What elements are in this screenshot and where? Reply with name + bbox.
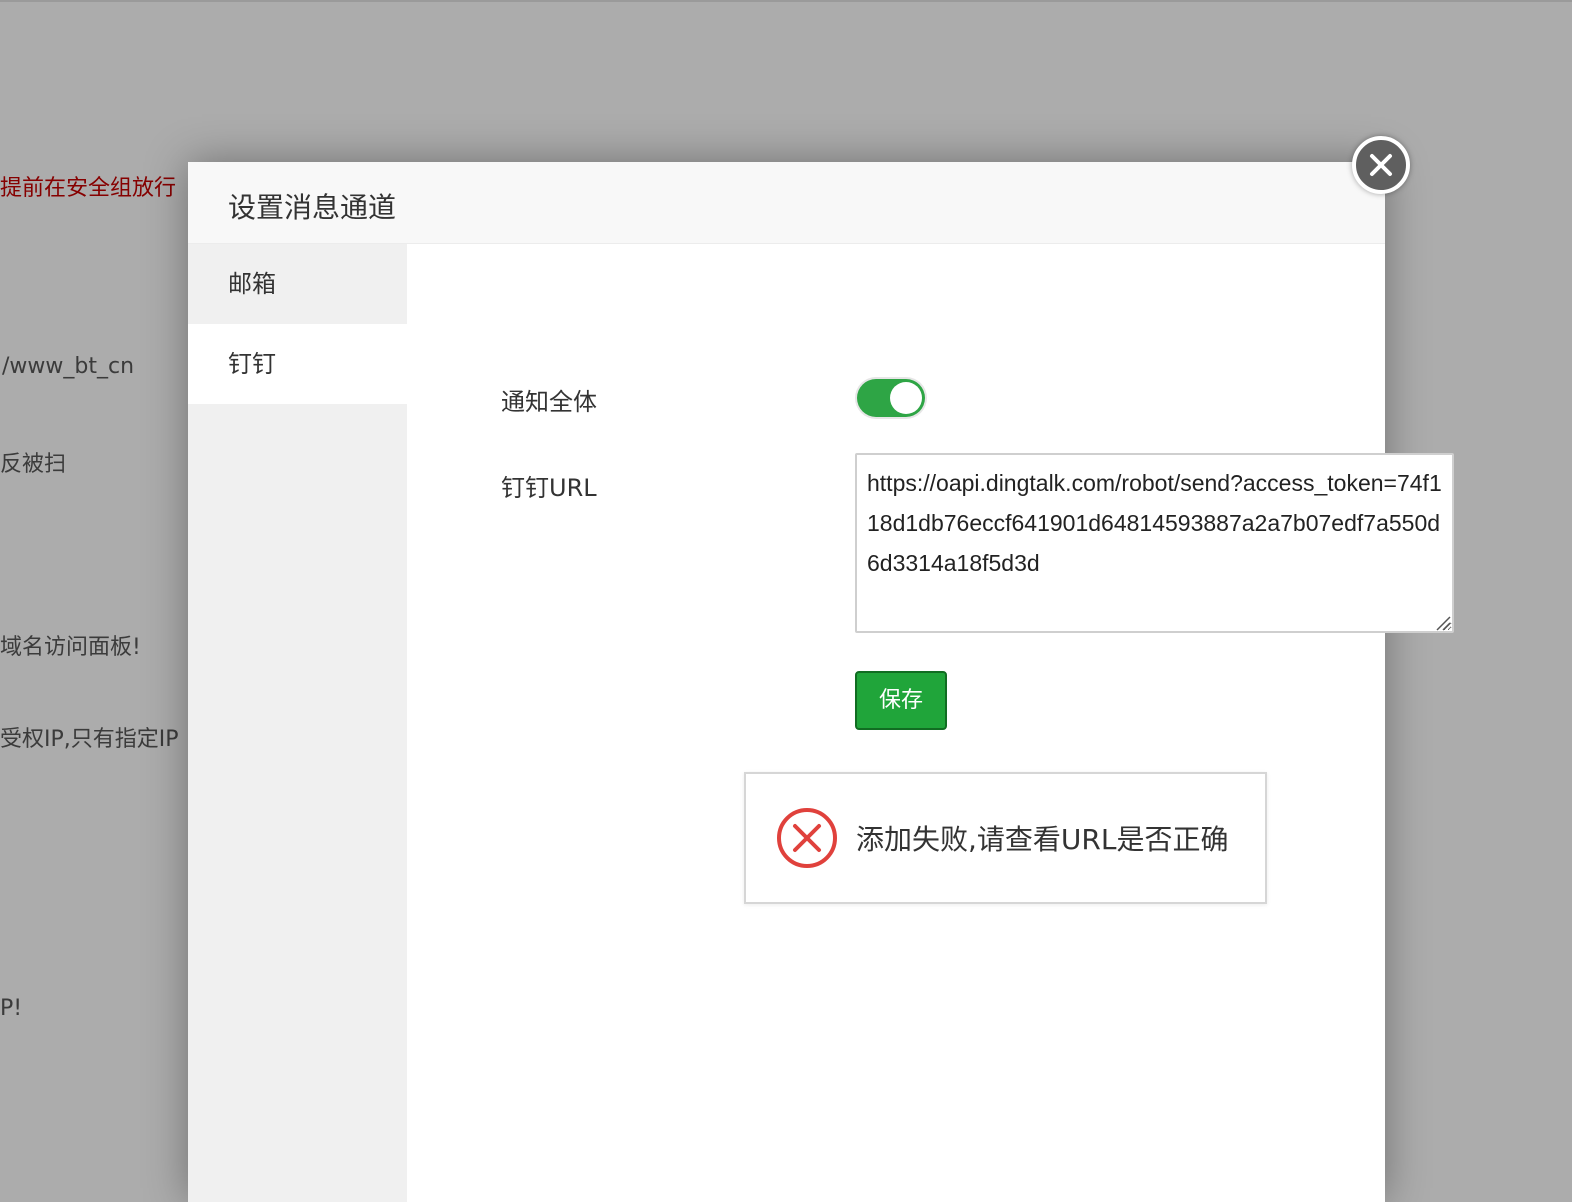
notify-all-label: 通知全体 [501,388,597,416]
tab-dingtalk[interactable]: 钉钉 [188,324,407,404]
error-icon [777,808,837,868]
dingtalk-settings-panel: 通知全体 钉钉URL https://oapi.dingtalk.com/rob… [407,244,1454,1202]
toggle-knob [890,382,922,414]
dingtalk-url-label: 钉钉URL [501,474,597,502]
error-toast: 添加失败,请查看URL是否正确 [744,772,1267,904]
notify-all-toggle[interactable] [857,379,925,417]
channel-sidebar: 邮箱 钉钉 [188,244,407,1202]
dialog-title: 设置消息通道 [228,191,397,224]
dingtalk-url-textarea[interactable]: https://oapi.dingtalk.com/robot/send?acc… [855,453,1454,633]
resize-grip-icon[interactable] [1435,615,1451,631]
tab-email[interactable]: 邮箱 [188,244,407,324]
dialog-header: 设置消息通道 [188,162,1385,244]
message-channel-dialog: 设置消息通道 邮箱 钉钉 通知全体 钉钉URL https://oapi.din… [188,162,1454,1202]
close-icon [1370,154,1392,176]
save-button[interactable]: 保存 [855,671,947,730]
error-message: 添加失败,请查看URL是否正确 [856,823,1229,856]
close-dialog-button[interactable] [1352,136,1410,194]
